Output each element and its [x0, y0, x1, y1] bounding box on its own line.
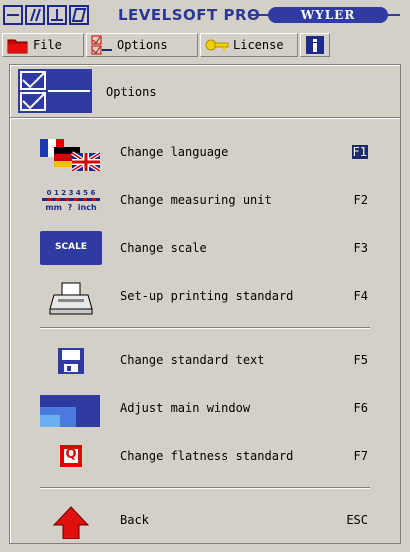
parallel-icon[interactable]: [25, 5, 45, 25]
red-up-arrow-icon: [52, 506, 90, 539]
shortcut-key: F4: [353, 289, 368, 303]
options-header: Options: [10, 65, 400, 118]
shortcut-key: F5: [353, 353, 368, 367]
options-panel: Options Change language F1 0 1 2 3 4 5 6…: [9, 64, 401, 544]
info-icon: [306, 36, 324, 54]
perpendicular-icon[interactable]: [47, 5, 67, 25]
separator: [40, 327, 370, 328]
brand-text: WYLER: [300, 8, 356, 22]
menu-options[interactable]: Options: [86, 33, 198, 57]
brand-logo: WYLER: [250, 7, 400, 23]
option-label: Change flatness standard: [120, 449, 294, 463]
title-bar-icons: [3, 5, 89, 25]
key-icon: [205, 39, 229, 51]
unit-ruler-units: mm ? inch: [45, 203, 97, 212]
menu-file-label: File: [33, 38, 62, 52]
shortcut-key: F6: [353, 401, 368, 415]
option-label: Change measuring unit: [120, 193, 272, 207]
option-change-scale[interactable]: SCALE Change scale F3: [10, 225, 400, 271]
menu-bar: File Options License: [2, 33, 408, 58]
printer-icon: [49, 282, 93, 315]
option-label: Set-up printing standard: [120, 289, 294, 303]
menu-license[interactable]: License: [200, 33, 298, 57]
flags-icon: [40, 139, 102, 171]
scale-icon-text: SCALE: [55, 242, 87, 252]
unit-ruler-icon: 0 1 2 3 4 5 6 mm ? inch: [40, 185, 102, 219]
horizontal-level-icon[interactable]: [3, 5, 23, 25]
flatness-q-text: Q: [65, 447, 77, 462]
shortcut-key: ESC: [346, 513, 368, 527]
shortcut-key: F1: [351, 145, 368, 159]
window-icon: [40, 395, 100, 427]
flatness-q-icon: Q: [40, 441, 102, 475]
unit-ruler-numbers: 0 1 2 3 4 5 6: [46, 189, 96, 197]
option-printing-standard[interactable]: Set-up printing standard F4: [10, 273, 400, 319]
menu-file[interactable]: File: [2, 33, 84, 57]
parallelogram-icon[interactable]: [69, 5, 89, 25]
option-label: Change scale: [120, 241, 207, 255]
shortcut-key: F7: [353, 449, 368, 463]
option-label: Back: [120, 513, 149, 527]
menu-license-label: License: [233, 38, 284, 52]
option-change-measuring-unit[interactable]: 0 1 2 3 4 5 6 mm ? inch Change measuring…: [10, 177, 400, 223]
option-label: Change language: [120, 145, 229, 159]
option-flatness-standard[interactable]: Q Change flatness standard F7: [10, 433, 400, 479]
separator: [40, 487, 370, 488]
option-back[interactable]: Back ESC: [10, 497, 400, 543]
option-label: Adjust main window: [120, 401, 251, 415]
option-change-language[interactable]: Change language F1: [10, 129, 400, 175]
floppy-disk-icon: [58, 348, 84, 374]
options-title: Options: [106, 85, 157, 99]
option-label: Change standard text: [120, 353, 265, 367]
shortcut-key: F3: [353, 241, 368, 255]
shortcut-key: F2: [353, 193, 368, 207]
option-adjust-main-window[interactable]: Adjust main window F6: [10, 385, 400, 431]
app-title: LEVELSOFT PRO: [118, 6, 261, 24]
menu-info[interactable]: [300, 33, 330, 57]
title-bar: LEVELSOFT PRO WYLER: [0, 0, 410, 30]
option-standard-text[interactable]: Change standard text F5: [10, 337, 400, 383]
checklist-icon: [91, 35, 112, 55]
menu-options-label: Options: [117, 38, 168, 52]
folder-icon: [7, 39, 28, 54]
options-checklist-icon: [18, 69, 92, 113]
scale-icon: SCALE: [40, 231, 102, 265]
